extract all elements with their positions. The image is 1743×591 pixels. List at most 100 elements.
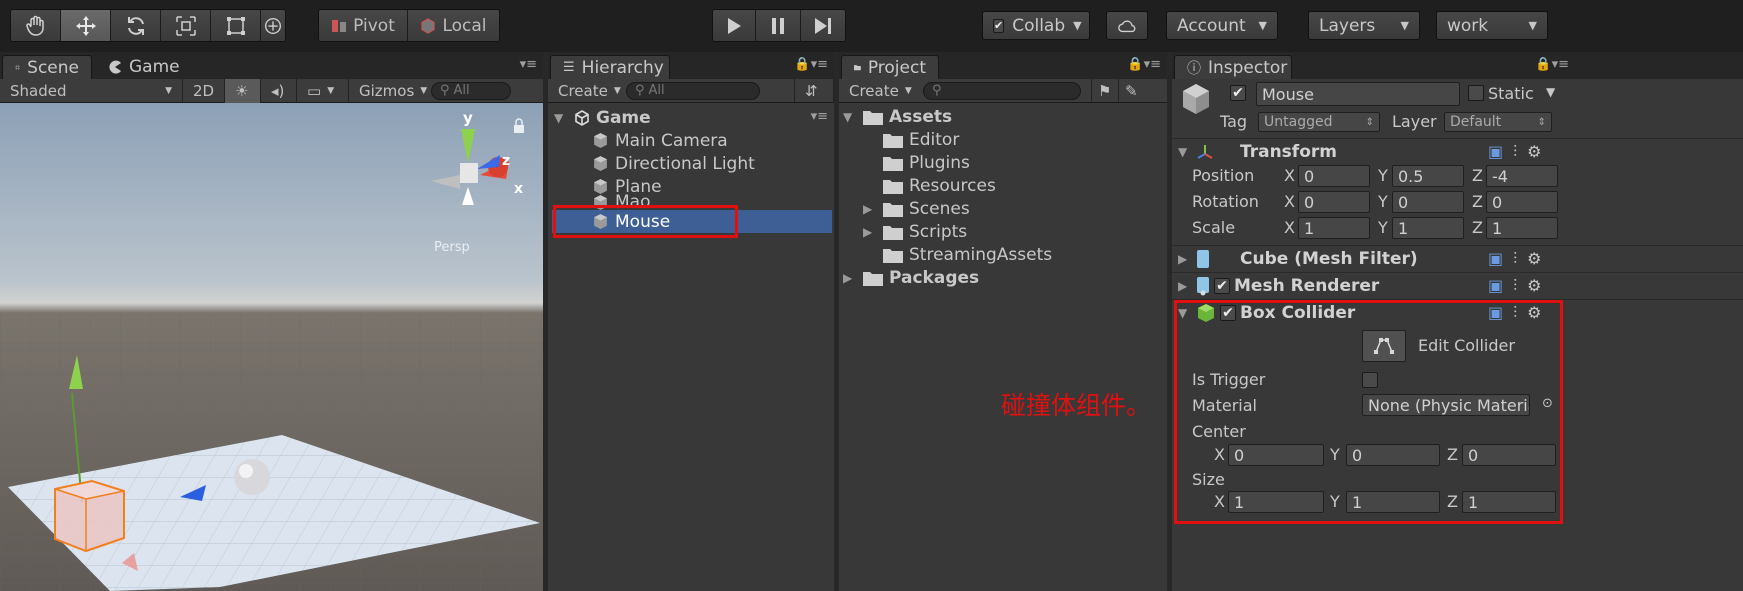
filter-by-label-button[interactable]: ✎	[1119, 79, 1147, 103]
scene-lock-icon[interactable]	[514, 118, 524, 133]
project-assets-folder[interactable]: ▼ Assets	[843, 105, 952, 128]
help-book-icon[interactable]: ▣	[1488, 142, 1503, 162]
layout-dropdown[interactable]: work ▼	[1436, 11, 1548, 40]
position-y-field[interactable]: 0.5	[1392, 165, 1464, 187]
cloud-button[interactable]	[1106, 11, 1148, 40]
pause-button[interactable]	[756, 10, 801, 41]
rotation-x-field[interactable]: 0	[1298, 191, 1370, 213]
component-gear-icon[interactable]: ⚙	[1527, 276, 1541, 296]
rotate-tool-icon[interactable]	[111, 10, 161, 41]
tag-caret-icon: ⇕	[1365, 116, 1374, 128]
persp-label[interactable]: Persp	[434, 240, 470, 255]
hierarchy-search-placeholder: All	[648, 83, 665, 98]
preset-sliders-icon[interactable]: ⫶	[1513, 276, 1517, 296]
hierarchy-panel-menu-icon[interactable]: 🔒▾≡	[794, 57, 828, 72]
hierarchy-item-directional-light[interactable]: Directional Light	[592, 152, 755, 175]
collab-caret-icon: ▼	[1073, 19, 1082, 32]
preset-sliders-icon[interactable]: ⫶	[1513, 249, 1517, 269]
pivot-button[interactable]: Pivot	[319, 10, 409, 41]
project-search-input[interactable]: ⚲	[923, 81, 1081, 100]
component-gear-icon[interactable]: ⚙	[1527, 142, 1541, 162]
scene-search-input[interactable]: ⚲ All	[431, 81, 511, 100]
mesh-renderer-header[interactable]: ▶ ✔ Mesh Renderer	[1172, 272, 1743, 299]
position-z-field[interactable]: -4	[1486, 165, 1558, 187]
layers-dropdown[interactable]: Layers ▼	[1308, 11, 1420, 40]
mao-sphere-object[interactable]	[234, 459, 270, 495]
object-name-field[interactable]: Mouse	[1256, 82, 1460, 106]
scene-root-menu-icon[interactable]: ▾≡	[811, 109, 828, 124]
scene-effects-dropdown[interactable]: ▭ ▼	[297, 78, 349, 103]
axis-z-label: Z	[1472, 218, 1483, 237]
step-button[interactable]	[800, 10, 845, 41]
layer-dropdown[interactable]: Default ⇕	[1444, 112, 1552, 132]
help-book-icon[interactable]: ▣	[1488, 276, 1503, 296]
mouse-cube-object[interactable]	[54, 479, 125, 553]
project-folder-plugins[interactable]: Plugins	[883, 151, 970, 174]
shading-caret-icon: ▼	[165, 85, 172, 96]
tab-inspector[interactable]: ⓘ Inspector	[1174, 55, 1292, 79]
scene-audio-toggle[interactable]: ◂)	[261, 78, 297, 103]
filter-by-type-button[interactable]: ⚑	[1091, 78, 1119, 103]
scene-search-placeholder: All	[453, 83, 470, 98]
scene-viewport[interactable]: y z x Persp	[0, 103, 543, 591]
object-name-value: Mouse	[1262, 84, 1314, 104]
mode-2d-toggle[interactable]: 2D	[183, 78, 225, 103]
folder-icon	[883, 202, 903, 217]
hand-tool-icon[interactable]	[11, 10, 61, 41]
project-folder-scenes[interactable]: ▶ Scenes	[863, 197, 970, 220]
rotation-z-field[interactable]: 0	[1486, 191, 1558, 213]
gameobject-large-cube-icon	[1183, 84, 1209, 114]
account-dropdown[interactable]: Account ▼	[1166, 11, 1278, 40]
hierarchy-item-main-camera[interactable]: Main Camera	[592, 129, 728, 152]
tab-scene[interactable]: Scene	[2, 55, 92, 79]
local-button[interactable]: Local	[408, 10, 499, 41]
scale-x-field[interactable]: 1	[1298, 217, 1370, 239]
scale-tool-icon[interactable]	[161, 10, 211, 41]
project-panel-menu-icon[interactable]: 🔒▾≡	[1127, 57, 1161, 72]
hierarchy-search-input[interactable]: ⚲ All	[626, 81, 760, 100]
gizmos-dropdown[interactable]: Gizmos ▼	[349, 79, 429, 103]
tab-hierarchy[interactable]: ☰ Hierarchy	[550, 55, 670, 79]
position-x-field[interactable]: 0	[1298, 165, 1370, 187]
move-tool-icon[interactable]	[61, 10, 111, 41]
project-folder-resources[interactable]: Resources	[883, 174, 996, 197]
scale-z-field[interactable]: 1	[1486, 217, 1558, 239]
rotation-y-field[interactable]: 0	[1392, 191, 1464, 213]
inspector-panel-menu-icon[interactable]: 🔒▾≡	[1535, 57, 1569, 72]
preset-sliders-icon[interactable]: ⫶	[1513, 142, 1517, 162]
active-checkbox[interactable]: ✔	[1230, 85, 1246, 101]
scene-panel: Scene Game ▾≡ Shaded ▼ 2D ☀ ◂) ▭ ▼ Gizmo…	[0, 52, 543, 591]
scene-orientation-gizmo[interactable]: y z x	[431, 109, 523, 205]
project-folder-scripts[interactable]: ▶ Scripts	[863, 220, 967, 243]
transform-tool-icon[interactable]	[261, 10, 285, 41]
hierarchy-create-button[interactable]: Create ▼	[548, 79, 626, 103]
project-folder-editor[interactable]: Editor	[883, 128, 959, 151]
rect-tool-icon[interactable]	[211, 10, 261, 41]
layout-label: work	[1447, 15, 1489, 36]
static-caret-icon[interactable]: ▼	[1546, 85, 1555, 99]
tag-dropdown[interactable]: Untagged ⇕	[1258, 112, 1380, 132]
project-folder-streamingassets[interactable]: StreamingAssets	[883, 243, 1052, 266]
mesh-filter-header[interactable]: ▶ Cube (Mesh Filter)	[1172, 245, 1743, 272]
tab-project[interactable]: Project	[841, 55, 939, 79]
tab-game[interactable]: Game	[96, 55, 192, 79]
project-create-button[interactable]: Create ▼	[839, 79, 923, 103]
hierarchy-sort-button[interactable]: ⇵	[794, 78, 834, 103]
layer-value: Default	[1450, 114, 1502, 130]
scale-y-field[interactable]: 1	[1392, 217, 1464, 239]
help-book-icon[interactable]: ▣	[1488, 249, 1503, 269]
shading-dropdown[interactable]: Shaded ▼	[0, 78, 183, 103]
scene-panel-menu-icon[interactable]: ▾≡	[520, 57, 537, 72]
collab-dropdown[interactable]: ✔ Collab ▼	[982, 11, 1090, 40]
mesh-renderer-enabled-checkbox[interactable]: ✔	[1214, 278, 1230, 294]
play-button[interactable]	[713, 10, 757, 41]
scene-lighting-toggle[interactable]: ☀	[225, 78, 261, 103]
rotation-label: Rotation	[1192, 192, 1259, 211]
component-gear-icon[interactable]: ⚙	[1527, 249, 1541, 269]
project-packages-folder[interactable]: ▶ Packages	[843, 266, 979, 289]
mesh-renderer-fold-arrow-icon: ▶	[1178, 279, 1188, 293]
axis-y-label: Y	[1378, 192, 1388, 211]
static-checkbox[interactable]	[1468, 85, 1484, 101]
hierarchy-scene-root[interactable]: ▼ Game	[554, 106, 651, 129]
transform-header[interactable]: ▼ Transform	[1172, 138, 1743, 165]
